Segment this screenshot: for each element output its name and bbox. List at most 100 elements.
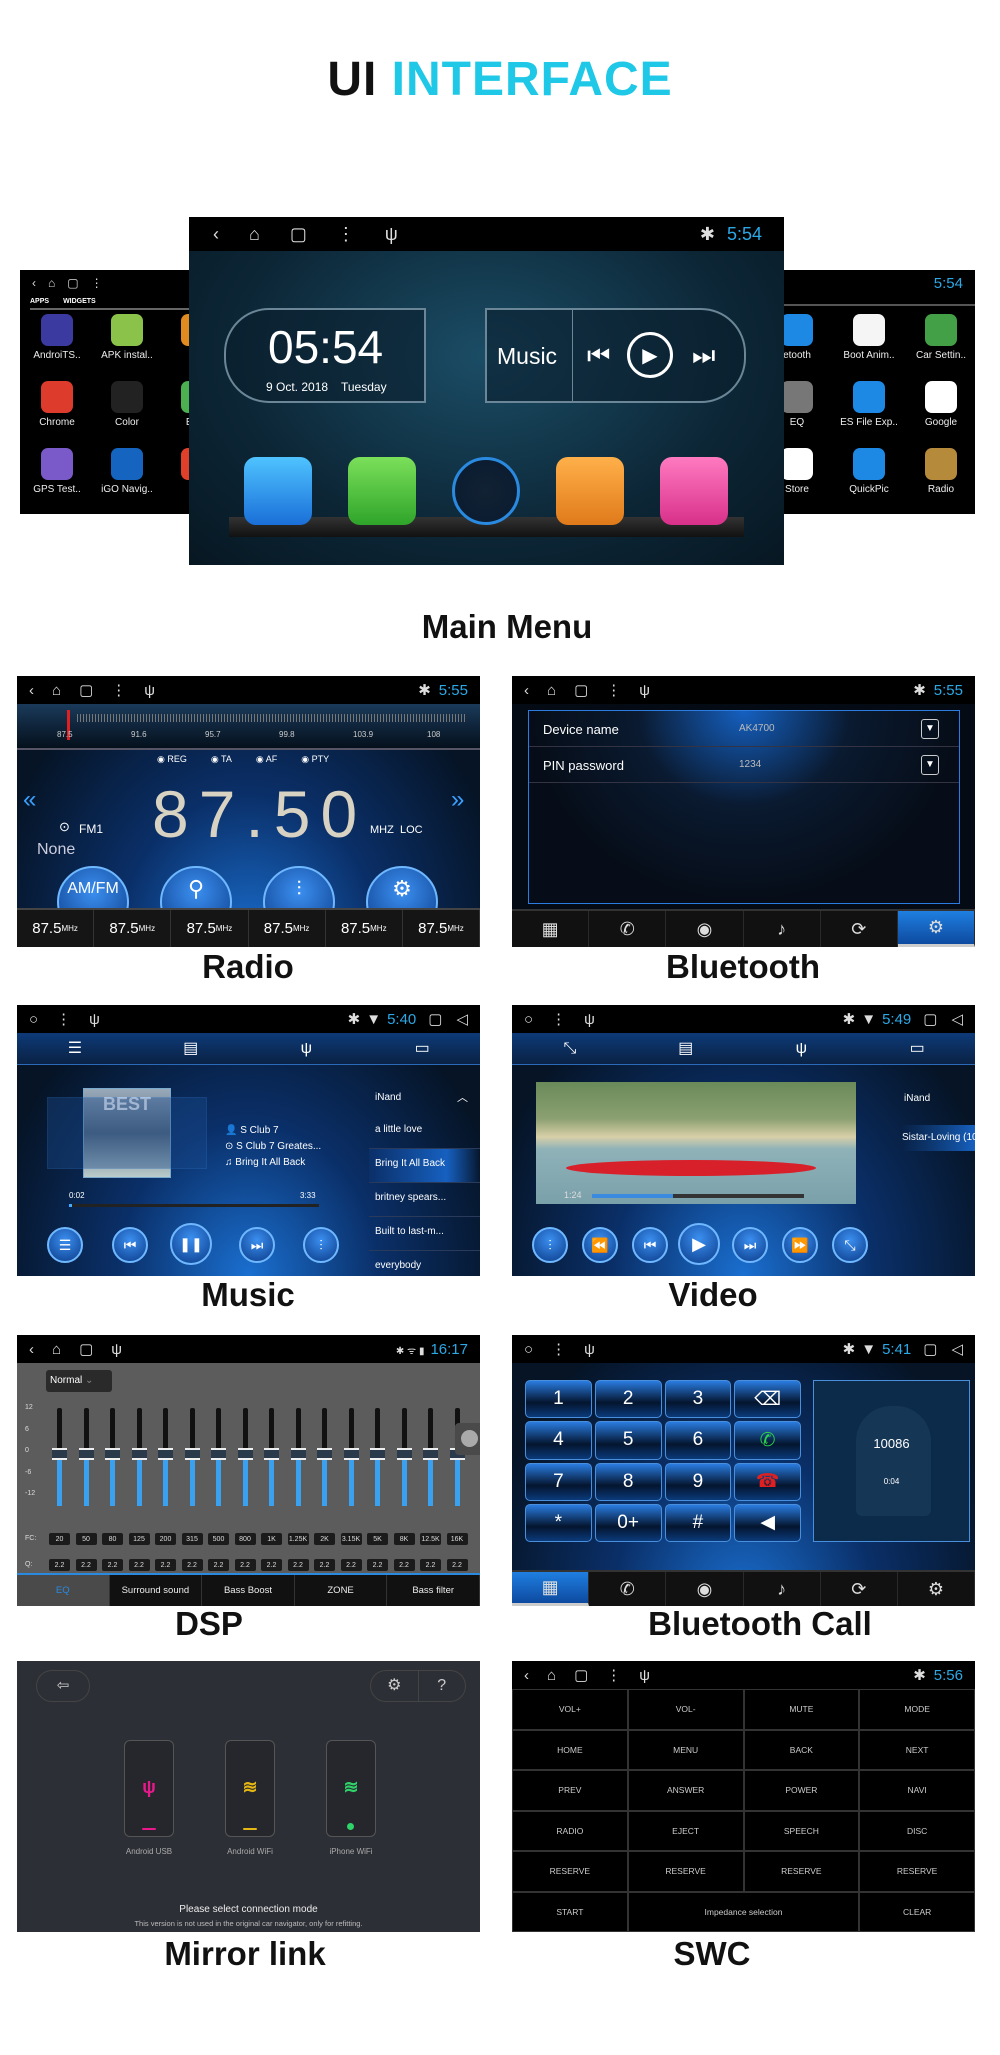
tab-bt-music[interactable]: ♪ xyxy=(744,911,821,947)
q-value[interactable]: 2.2 xyxy=(75,1559,97,1571)
swc-key[interactable]: MENU xyxy=(627,1729,744,1770)
key-1[interactable]: 1 xyxy=(525,1380,592,1419)
apps-icon[interactable] xyxy=(452,457,520,525)
recents-icon[interactable]: ▢ xyxy=(67,276,78,290)
tab-call-log[interactable]: ✆ xyxy=(589,911,667,947)
tab-widgets[interactable]: WIDGETS xyxy=(63,298,96,305)
app-icon[interactable]: GPS Test.. xyxy=(22,448,92,514)
preset-button[interactable]: 87.5 MHz xyxy=(94,910,172,947)
tab-settings[interactable]: ⚙ xyxy=(897,911,975,947)
key-*[interactable]: * xyxy=(525,1503,592,1542)
key-2[interactable]: 2 xyxy=(594,1380,662,1419)
usb-tab[interactable]: ψ xyxy=(744,1033,860,1064)
app-icon[interactable]: ES File Exp.. xyxy=(834,381,904,448)
sd-tab[interactable]: ▤ xyxy=(628,1033,744,1064)
q-value[interactable]: 2.2 xyxy=(261,1559,282,1571)
phone-android-usb[interactable]: ψ xyxy=(124,1740,174,1837)
menu-icon[interactable]: ⋮ xyxy=(551,1340,566,1358)
play-button[interactable]: ▶ xyxy=(678,1223,720,1265)
key-6[interactable]: 6 xyxy=(664,1421,732,1460)
preset-button[interactable]: 87.5 MHz xyxy=(171,910,249,947)
slider-handle[interactable] xyxy=(105,1448,120,1460)
swc-key[interactable]: MUTE xyxy=(743,1689,860,1730)
swc-key[interactable]: RADIO xyxy=(512,1810,628,1851)
app-icon[interactable]: Color xyxy=(92,381,162,448)
seek-forward-button[interactable]: » xyxy=(451,786,464,814)
q-value[interactable]: 2.2 xyxy=(420,1559,441,1571)
list-item[interactable]: britney spears... xyxy=(369,1183,480,1217)
preset-button[interactable]: 87.5 MHz xyxy=(17,910,95,947)
recents-icon[interactable]: ▢ xyxy=(923,1010,937,1028)
backspace-button[interactable]: ⌫ xyxy=(734,1380,801,1419)
eq-button[interactable]: ⫶ xyxy=(303,1227,339,1263)
previous-button[interactable]: ⏮ xyxy=(632,1227,668,1263)
app-icon[interactable]: Chrome xyxy=(22,381,92,448)
slider-handle[interactable] xyxy=(317,1448,332,1460)
home-icon[interactable]: ⌂ xyxy=(547,1667,556,1684)
tab-bass-boost[interactable]: Bass Boost xyxy=(202,1575,295,1606)
q-value[interactable]: 2.2 xyxy=(446,1559,468,1571)
previous-button[interactable]: ⏮ xyxy=(587,340,610,372)
swc-key[interactable]: NAVI xyxy=(859,1770,975,1811)
menu-icon[interactable]: ⋮ xyxy=(337,224,355,245)
tab-bt-music[interactable]: ♪ xyxy=(744,1572,821,1606)
swc-key[interactable]: SPEECH xyxy=(743,1810,860,1851)
app-icon[interactable]: APK instal.. xyxy=(92,314,162,381)
slider-handle[interactable] xyxy=(290,1448,306,1460)
seek-back-button[interactable]: « xyxy=(23,786,36,814)
slider-handle[interactable] xyxy=(184,1448,200,1460)
key-9[interactable]: 9 xyxy=(664,1462,732,1501)
swc-key[interactable]: VOL+ xyxy=(512,1689,628,1730)
tuner-scale[interactable]: 87.5 91.6 95.7 99.8 103.9 108 xyxy=(17,704,480,750)
preset-dropdown[interactable]: Normal ⌄ xyxy=(46,1370,112,1392)
call-button[interactable]: ✆ xyxy=(734,1421,801,1460)
tab-settings[interactable]: ⚙ xyxy=(898,1572,975,1606)
phone-iphone-wifi[interactable]: ≋ xyxy=(326,1740,376,1837)
preset-button[interactable]: 87.5 MHz xyxy=(326,910,403,947)
slider-handle[interactable] xyxy=(237,1448,253,1460)
swc-key[interactable]: PREV xyxy=(512,1770,628,1811)
list-item[interactable]: a little love xyxy=(369,1115,480,1149)
phone-android-wifi[interactable]: ≋ xyxy=(225,1740,275,1837)
app-icon[interactable]: Radio xyxy=(906,448,975,514)
recents-icon[interactable]: ▢ xyxy=(79,681,93,699)
slider-handle[interactable] xyxy=(423,1448,438,1460)
key-8[interactable]: 8 xyxy=(594,1462,662,1501)
next-button[interactable]: ⏭ xyxy=(692,340,715,372)
q-value[interactable]: 2.2 xyxy=(234,1559,256,1571)
tab-bass-filter[interactable]: Bass filter xyxy=(387,1575,480,1606)
navigation-icon[interactable] xyxy=(244,457,312,525)
back-icon[interactable]: ◁ xyxy=(951,1010,963,1028)
slider-handle[interactable] xyxy=(396,1448,412,1460)
q-value[interactable]: 2.2 xyxy=(49,1559,70,1571)
app-icon[interactable]: AndroiTS.. xyxy=(22,314,92,381)
swc-key[interactable]: POWER xyxy=(743,1770,860,1811)
slider-handle[interactable] xyxy=(264,1448,279,1460)
previous-button[interactable]: ⏮ xyxy=(112,1227,148,1263)
dropdown-icon[interactable]: ▼ xyxy=(921,755,939,775)
help-button[interactable]: ? xyxy=(419,1671,466,1701)
swc-start[interactable]: START xyxy=(512,1891,628,1932)
key-7[interactable]: 7 xyxy=(525,1462,592,1501)
q-value[interactable]: 2.2 xyxy=(393,1559,415,1571)
swc-key[interactable]: RESERVE xyxy=(627,1851,744,1892)
side-handle[interactable] xyxy=(455,1423,480,1455)
app-icon[interactable]: etooth xyxy=(780,314,832,381)
volume-button[interactable]: ◀ xyxy=(734,1503,801,1542)
radio-option-reg[interactable]: ◉ REG xyxy=(157,754,187,765)
device-name-row[interactable]: Device name AK4700 ▼ xyxy=(529,711,959,747)
q-value[interactable]: 2.2 xyxy=(287,1559,309,1571)
back-icon[interactable]: ‹ xyxy=(29,1341,34,1358)
swc-key[interactable]: EJECT xyxy=(627,1810,744,1851)
home-icon[interactable]: ⌂ xyxy=(249,224,260,245)
radio-option-pty[interactable]: ◉ PTY xyxy=(301,754,329,765)
next-button[interactable]: ⏭ xyxy=(239,1227,275,1263)
swc-key[interactable]: RESERVE xyxy=(512,1851,628,1892)
radio-option-ta[interactable]: ◉ TA xyxy=(211,754,232,765)
progress-bar[interactable] xyxy=(69,1204,319,1207)
music-widget[interactable]: Music ⏮ ▶ ⏭ xyxy=(485,308,746,403)
tab-surround-sound[interactable]: Surround sound xyxy=(110,1575,203,1606)
key-4[interactable]: 4 xyxy=(525,1421,592,1460)
video-frame[interactable]: 1:24 xyxy=(536,1082,856,1204)
back-icon[interactable]: ‹ xyxy=(524,682,529,699)
